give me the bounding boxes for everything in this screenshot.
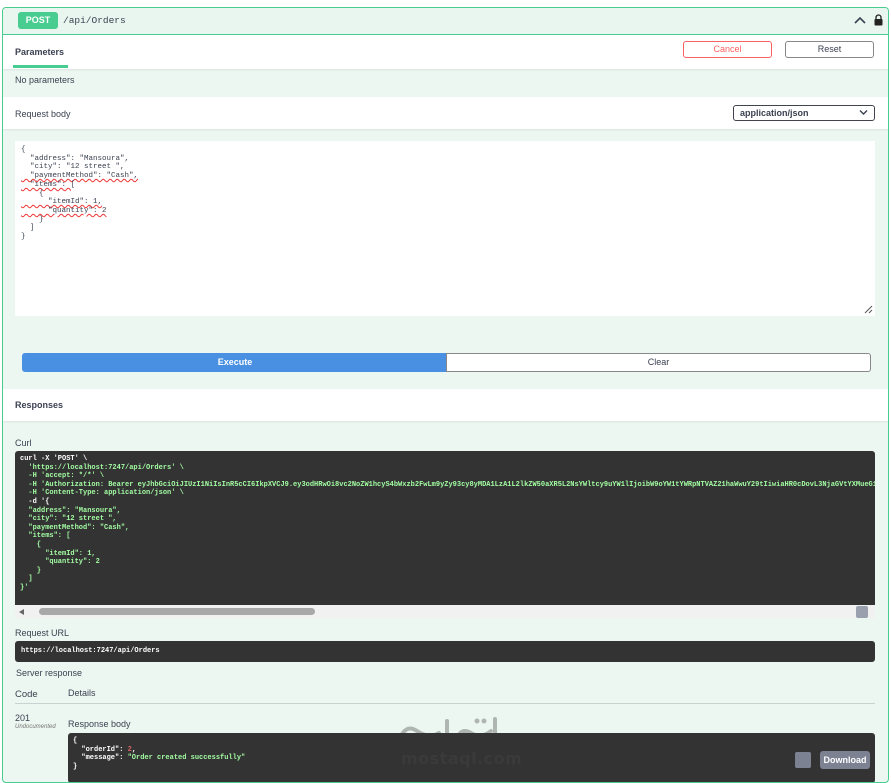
responses-title: Responses: [15, 400, 64, 410]
json-line: "city": "12 street ",: [21, 163, 125, 172]
active-tab-indicator: [13, 65, 68, 68]
curl-line: -d '{: [20, 497, 50, 506]
chevron-down-icon: [859, 110, 868, 115]
no-parameters-text: No parameters: [15, 75, 75, 85]
curl-line: }: [20, 566, 42, 575]
content-type-select[interactable]: application/json: [733, 105, 875, 121]
parameters-header: Parameters Cancel Reset: [3, 35, 888, 69]
json-line: ]: [21, 224, 35, 233]
json-line: "address": "Mansoura",: [21, 154, 130, 163]
json-line: "itemId": 1,: [21, 198, 869, 207]
json-line: {: [21, 189, 44, 198]
curl-line: "quantity": 2: [20, 558, 100, 567]
curl-line: "paymentMethod": "Cash",: [20, 523, 130, 532]
table-divider: [15, 703, 875, 704]
lock-icon[interactable]: [874, 14, 883, 26]
copy-response-icon[interactable]: [795, 752, 811, 768]
resize-handle-icon[interactable]: [864, 305, 873, 314]
scrollbar-thumb[interactable]: [39, 608, 315, 615]
download-button[interactable]: Download: [820, 751, 870, 769]
json-line-text: "paymentMethod": "Cash",: [21, 172, 139, 181]
chevron-up-icon[interactable]: [854, 15, 866, 25]
json-line: }: [21, 233, 26, 242]
clear-button[interactable]: Clear: [446, 353, 871, 372]
json-line-text: "quantity": 2: [21, 206, 107, 215]
request-url-value: https://localhost:7247/api/Orders: [15, 641, 875, 662]
curl-line: -H 'Content-Type: application/json' \: [20, 489, 184, 498]
curl-line: 'https://localhost:7247/api/Orders' \: [20, 463, 184, 472]
cancel-button[interactable]: Cancel: [683, 41, 772, 58]
post-orders-operation: POST /api/Orders Parameters Cancel Reset…: [2, 7, 889, 783]
json-line: }: [21, 215, 44, 224]
code-column-header: Code: [15, 689, 38, 700]
operation-summary[interactable]: POST /api/Orders: [3, 8, 888, 35]
json-line-text: "itemId": 1,: [21, 198, 103, 207]
json-line: "quantity": 2: [21, 207, 869, 216]
request-body-label: Request body: [15, 109, 71, 119]
tab-parameters[interactable]: Parameters: [15, 47, 64, 57]
response-code: 201: [15, 713, 31, 723]
json-line: "items": [: [21, 181, 869, 190]
copy-to-clipboard-icon[interactable]: [856, 606, 868, 618]
response-code-note: Undocumented: [15, 724, 56, 730]
curl-line: -H 'accept: */*' \: [20, 472, 105, 481]
endpoint-path: /api/Orders: [63, 15, 126, 26]
curl-label: Curl: [15, 438, 32, 448]
curl-line: curl -X 'POST' \: [20, 455, 88, 463]
responses-header: Responses: [3, 389, 888, 421]
mostaql-watermark: mostaql.com: [391, 713, 522, 773]
json-line: "paymentMethod": "Cash",: [21, 172, 869, 181]
curl-line: }': [20, 583, 29, 592]
json-line-text: "items": [: [21, 180, 76, 189]
method-badge: POST: [18, 12, 58, 29]
request-body-editor[interactable]: { "address": "Mansoura", "city": "12 str…: [15, 141, 875, 316]
response-body-label: Response body: [68, 719, 131, 729]
curl-line: "city": "12 street ",: [20, 515, 117, 524]
watermark-logo-icon: [397, 717, 497, 743]
curl-line: ]: [20, 575, 33, 584]
server-response-label: Server response: [16, 668, 83, 678]
content-type-value: application/json: [740, 108, 809, 118]
reset-button[interactable]: Reset: [785, 41, 874, 58]
watermark-text: mostaql.com: [401, 749, 523, 768]
response-message: "Order created successfully": [127, 754, 246, 763]
response-order-id: 2: [127, 745, 132, 754]
curl-line: {: [20, 540, 42, 549]
scroll-left-arrow-icon[interactable]: [19, 609, 25, 615]
curl-code-block: curl -X 'POST' \ 'https://localhost:7247…: [15, 451, 875, 605]
request-url-label: Request URL: [15, 628, 70, 638]
curl-line: "itemId": 1,: [20, 549, 96, 558]
curl-line: -H 'Authorization: Bearer eyJhbGciOiJIUz…: [28, 480, 875, 489]
request-body-header: Request body application/json: [3, 97, 888, 129]
json-line: {: [21, 146, 26, 154]
curl-line: "address": "Mansoura",: [20, 506, 121, 515]
curl-horizontal-scrollbar[interactable]: [15, 605, 875, 618]
curl-line: "items": [: [20, 532, 71, 541]
execute-button[interactable]: Execute: [22, 353, 448, 372]
details-column-header: Details: [68, 688, 96, 698]
